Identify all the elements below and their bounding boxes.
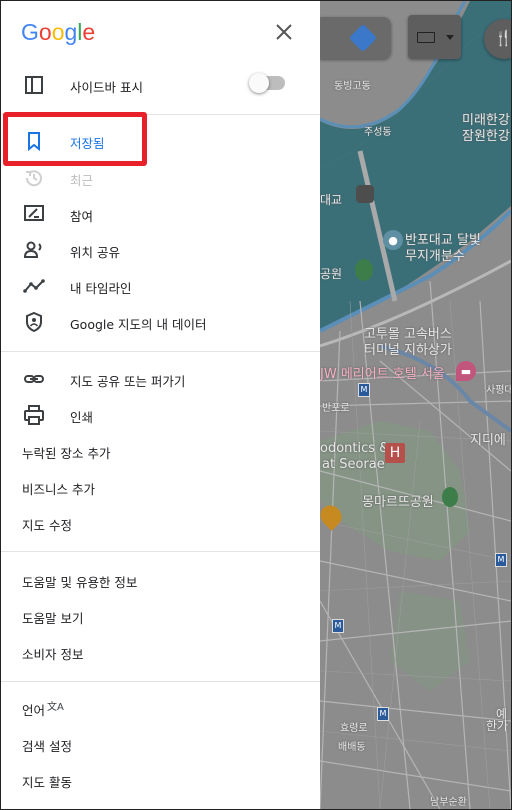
rate-review-icon: [24, 205, 44, 221]
app-window: 🍴 동빙고동 미래한강 잠원한강 주성동 대교 ● 반포대교 달빛 무지개분수 …: [0, 0, 512, 810]
menu-item-language[interactable]: 언어 文A: [1, 690, 320, 726]
side-menu: Google 사이드바 표시 저장됨 최근 참여 위치 공유 내 타임라인 Go…: [1, 1, 320, 809]
menu-item-label: 참여: [70, 209, 94, 224]
link-icon: [24, 375, 44, 383]
landmark-pin-icon[interactable]: ●: [383, 230, 403, 250]
menu-item-tips[interactable]: 도움말 및 유용한 정보: [1, 562, 320, 598]
bridge-icon: [356, 185, 374, 203]
translate-icon: 文A: [47, 702, 64, 713]
metro-icon: M: [332, 619, 344, 633]
highlight-box: [3, 112, 147, 166]
sidebar-icon: [25, 76, 43, 94]
menu-item-label: 지도 활동: [22, 775, 72, 790]
metro-icon: M: [358, 383, 370, 397]
map-label: 배배동: [338, 742, 366, 753]
menu-item-your-data[interactable]: Google 지도의 내 데이터: [1, 304, 320, 340]
menu-item-label: 검색 설정: [22, 739, 72, 754]
menu-item-label: 언어: [22, 703, 46, 718]
menu-item-label: 도움말 및 유용한 정보: [22, 575, 138, 590]
menu-item-consumer-info[interactable]: 소비자 정보: [1, 634, 320, 670]
logo-letter: o: [51, 19, 65, 45]
keyboard-icon: [417, 32, 435, 43]
menu-item-label: 최근: [70, 173, 94, 188]
hospital-icon[interactable]: H: [385, 443, 405, 463]
menu-item-add-missing-place[interactable]: 누락된 장소 추가: [1, 433, 320, 469]
shield-person-icon: [26, 311, 42, 333]
menu-item-recent[interactable]: 최근: [1, 160, 320, 196]
map-label: odontics &: [320, 441, 390, 456]
menu-item-search-settings[interactable]: 검색 설정: [1, 726, 320, 762]
map-label: 주성동: [364, 127, 392, 138]
menu-item-label: 비즈니스 추가: [22, 482, 95, 497]
menu-item-location-sharing[interactable]: 위치 공유: [1, 232, 320, 268]
map-label: 공원: [320, 267, 343, 281]
map-label: 사평대: [486, 385, 511, 396]
map-label: 지디에: [470, 433, 506, 448]
sidebar-toggle-label: 사이드바 표시: [70, 80, 143, 95]
menu-item-label: 소비자 정보: [22, 647, 84, 662]
menu-item-label: 인쇄: [70, 410, 94, 425]
logo-letter: o: [38, 19, 52, 45]
map-canvas[interactable]: 🍴 동빙고동 미래한강 잠원한강 주성동 대교 ● 반포대교 달빛 무지개분수 …: [320, 1, 511, 809]
map-label: 몽마르뜨공원: [362, 495, 434, 510]
map-label: 효령로: [340, 723, 368, 734]
map-label: 무지개분수: [405, 249, 465, 264]
menu-item-label: 지도 공유 또는 퍼가기: [70, 374, 186, 389]
google-logo: Google: [21, 19, 95, 46]
keyboard-button[interactable]: [408, 15, 461, 59]
person-share-icon: [23, 241, 42, 258]
logo-letter: g: [64, 19, 78, 45]
timeline-icon: [23, 279, 45, 293]
menu-item-label: 내 타임라인: [70, 281, 132, 296]
map-label: JW 메리어트 호텔 서울: [320, 367, 445, 382]
menu-item-print[interactable]: 인쇄: [1, 397, 320, 433]
map-label: 터미널 지하상가: [364, 343, 452, 358]
map-label: 반포로: [322, 403, 350, 414]
divider: [1, 551, 320, 552]
chevron-down-icon: [446, 35, 454, 40]
menu-item-label: 지도 수정: [22, 518, 72, 533]
map-label: 동빙고동: [334, 81, 371, 92]
menu-item-label: Google 지도의 내 데이터: [70, 317, 207, 332]
menu-item-edit-map[interactable]: 지도 수정: [1, 505, 320, 541]
park-tree-icon[interactable]: [442, 487, 458, 507]
divider: [1, 681, 320, 682]
metro-icon: M: [495, 553, 507, 567]
menu-item-label: 누락된 장소 추가: [22, 446, 111, 461]
history-icon: [25, 170, 42, 187]
menu-item-maps-activity[interactable]: 지도 활동: [1, 762, 320, 798]
sidebar-toggle-switch[interactable]: [249, 73, 285, 93]
map-label: 남부순환: [430, 797, 467, 808]
map-label: 대교: [320, 193, 343, 207]
menu-item-label: 도움말 보기: [22, 611, 84, 626]
logo-letter: e: [82, 19, 96, 45]
map-label: 한가: [486, 719, 509, 733]
menu-item-get-help[interactable]: 도움말 보기: [1, 598, 320, 634]
toggle-knob: [249, 73, 269, 93]
menu-item-timeline[interactable]: 내 타임라인: [1, 268, 320, 304]
map-label: at Seorae: [322, 457, 385, 472]
menu-item-add-business[interactable]: 비즈니스 추가: [1, 469, 320, 505]
logo-letter: G: [21, 19, 39, 45]
menu-item-label: 위치 공유: [70, 245, 120, 260]
menu-item-share-embed[interactable]: 지도 공유 또는 퍼가기: [1, 361, 320, 397]
menu-item-contributions[interactable]: 참여: [1, 196, 320, 232]
print-icon: [24, 405, 44, 425]
close-icon[interactable]: [271, 19, 297, 45]
hotel-pin-icon[interactable]: ▬: [456, 361, 476, 381]
park-tree-icon[interactable]: [355, 259, 373, 281]
restaurant-icon: 🍴: [494, 29, 511, 47]
divider: [1, 351, 320, 352]
metro-icon: M: [377, 707, 389, 721]
map-label: 잠원한강: [462, 129, 510, 144]
